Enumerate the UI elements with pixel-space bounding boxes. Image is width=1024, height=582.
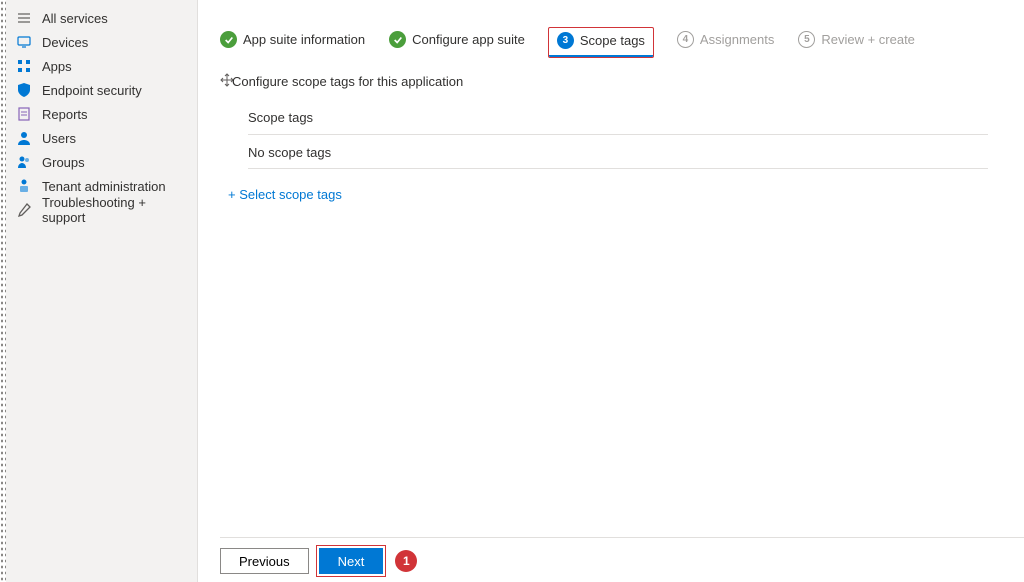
select-scope-tags-link[interactable]: + Select scope tags [228, 187, 342, 202]
wizard-step-assignments: 4 Assignments [677, 31, 774, 54]
wizard-step-configure-app-suite[interactable]: Configure app suite [389, 31, 525, 54]
sidebar-item-label: Apps [42, 59, 72, 74]
wizard-steps: App suite information Configure app suit… [198, 28, 1024, 57]
sidebar-item-groups[interactable]: Groups [6, 150, 197, 174]
divider [248, 134, 988, 135]
wizard-step-label: Scope tags [580, 33, 645, 48]
divider [248, 168, 988, 169]
check-icon [220, 31, 237, 48]
step-number-icon: 5 [798, 31, 815, 48]
scope-tags-section: Scope tags No scope tags + Select scope … [248, 104, 988, 202]
empty-state-text: No scope tags [248, 141, 988, 168]
sidebar-item-label: Troubleshooting + support [42, 195, 187, 225]
wizard-step-label: Review + create [821, 32, 915, 47]
monitor-icon [16, 34, 32, 50]
sidebar-item-users[interactable]: Users [6, 126, 197, 150]
list-icon [16, 10, 32, 26]
grid-icon [16, 58, 32, 74]
sidebar-nav: All services Devices Apps Endpoint secur… [6, 0, 198, 582]
wizard-step-app-suite-information[interactable]: App suite information [220, 31, 365, 54]
sidebar-item-troubleshooting[interactable]: Troubleshooting + support [6, 198, 197, 222]
sidebar-item-label: Groups [42, 155, 85, 170]
section-label: Scope tags [248, 104, 988, 132]
callout-badge: 1 [395, 550, 417, 572]
sidebar-item-apps[interactable]: Apps [6, 54, 197, 78]
sidebar-item-devices[interactable]: Devices [6, 30, 197, 54]
admin-icon [16, 178, 32, 194]
wizard-step-label: Configure app suite [412, 32, 525, 47]
wizard-step-review-create: 5 Review + create [798, 31, 915, 54]
subheader-text: Configure scope tags for this applicatio… [232, 74, 463, 89]
sidebar-item-label: Endpoint security [42, 83, 142, 98]
wizard-step-label: App suite information [243, 32, 365, 47]
group-icon [16, 154, 32, 170]
wizard-step-label: Assignments [700, 32, 774, 47]
main-content: App suite information Configure app suit… [198, 0, 1024, 582]
wizard-step-scope-tags[interactable]: 3 Scope tags [549, 28, 653, 57]
report-icon [16, 106, 32, 122]
sidebar-item-endpoint-security[interactable]: Endpoint security [6, 78, 197, 102]
sidebar-item-label: Tenant administration [42, 179, 166, 194]
shield-icon [16, 82, 32, 98]
person-icon [16, 130, 32, 146]
subheader: Configure scope tags for this applicatio… [220, 73, 1024, 90]
sidebar-item-all-services[interactable]: All services [6, 6, 197, 30]
previous-button[interactable]: Previous [220, 548, 309, 574]
step-number-icon: 3 [557, 32, 574, 49]
check-icon [389, 31, 406, 48]
wrench-icon [16, 202, 32, 218]
sidebar-item-label: Users [42, 131, 76, 146]
wizard-footer: Previous Next 1 [220, 537, 1024, 574]
step-number-icon: 4 [677, 31, 694, 48]
sidebar-item-label: All services [42, 11, 108, 26]
sidebar-item-label: Devices [42, 35, 88, 50]
sidebar-item-label: Reports [42, 107, 88, 122]
next-button[interactable]: Next [319, 548, 384, 574]
sidebar-item-reports[interactable]: Reports [6, 102, 197, 126]
